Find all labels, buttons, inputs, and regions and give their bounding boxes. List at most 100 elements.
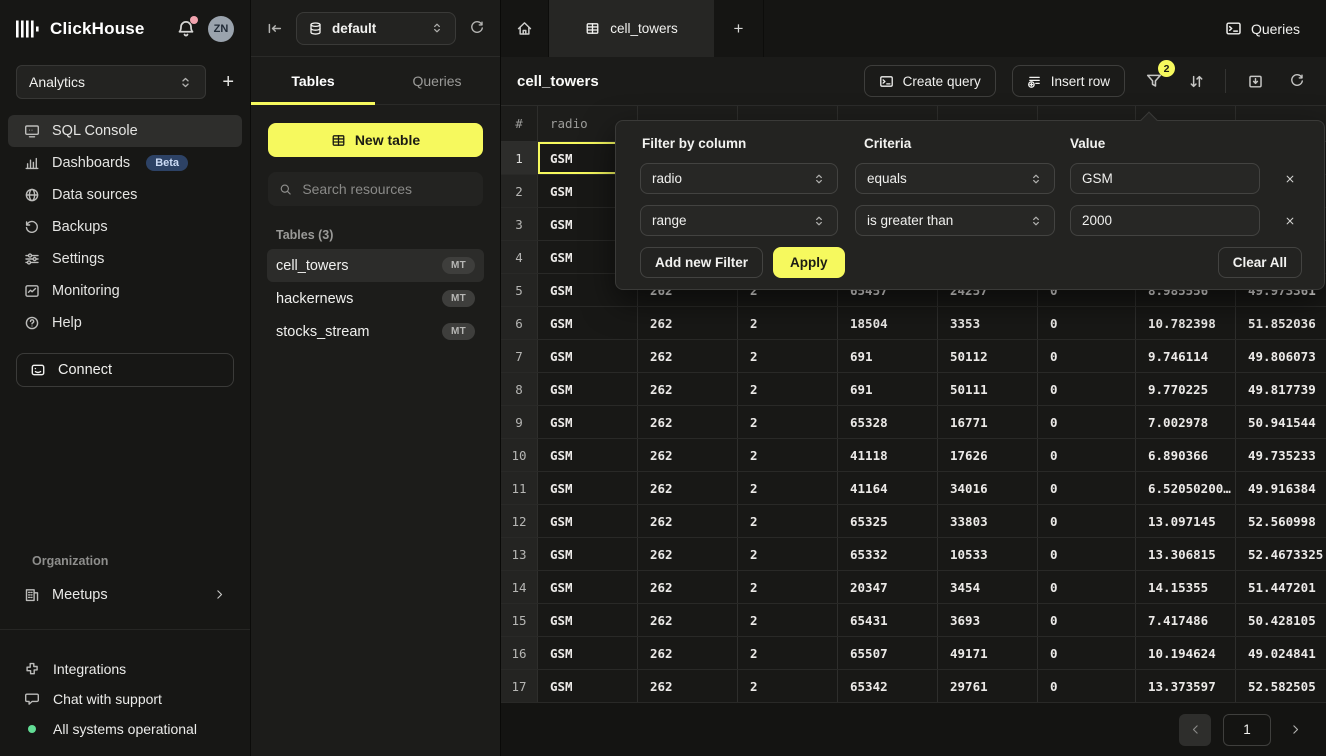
filter-column-select-1[interactable]: radio: [640, 163, 838, 194]
remove-filter-button-2[interactable]: [1278, 205, 1302, 236]
table-cell[interactable]: 52.582505: [1236, 670, 1326, 702]
apply-filters-button[interactable]: Apply: [773, 247, 845, 278]
table-cell[interactable]: 2: [738, 307, 838, 339]
table-cell[interactable]: 34016: [938, 472, 1038, 504]
collapse-panel-icon[interactable]: [266, 20, 283, 37]
table-cell[interactable]: 13.097145: [1136, 505, 1236, 537]
previous-page-button[interactable]: [1179, 714, 1211, 746]
table-cell[interactable]: 10.782398: [1136, 307, 1236, 339]
table-cell[interactable]: 7.417486: [1136, 604, 1236, 636]
table-cell[interactable]: GSM: [538, 406, 638, 438]
table-cell[interactable]: 16771: [938, 406, 1038, 438]
sidebar-item-meetups[interactable]: Meetups: [8, 578, 242, 611]
create-query-button[interactable]: Create query: [864, 65, 996, 97]
table-cell[interactable]: 49.735233: [1236, 439, 1326, 471]
table-cell[interactable]: 65328: [838, 406, 938, 438]
table-list-item-stocks-stream[interactable]: stocks_stream MT: [267, 315, 484, 348]
table-cell[interactable]: 49171: [938, 637, 1038, 669]
refresh-button[interactable]: [1284, 68, 1310, 94]
table-cell[interactable]: 13.373597: [1136, 670, 1236, 702]
sidebar-item-help[interactable]: Help: [8, 307, 242, 339]
table-cell[interactable]: 6.890366: [1136, 439, 1236, 471]
table-cell[interactable]: 41118: [838, 439, 938, 471]
table-list-item-hackernews[interactable]: hackernews MT: [267, 282, 484, 315]
sidebar-item-monitoring[interactable]: Monitoring: [8, 275, 242, 307]
table-cell[interactable]: 262: [638, 373, 738, 405]
export-button[interactable]: [1242, 68, 1268, 94]
table-cell[interactable]: 2: [738, 538, 838, 570]
table-cell[interactable]: 65507: [838, 637, 938, 669]
clear-all-filters-button[interactable]: Clear All: [1218, 247, 1302, 278]
tab-tables[interactable]: Tables: [251, 57, 375, 104]
table-cell[interactable]: 3454: [938, 571, 1038, 603]
table-cell[interactable]: 9.770225: [1136, 373, 1236, 405]
table-cell[interactable]: 41164: [838, 472, 938, 504]
table-cell[interactable]: GSM: [538, 670, 638, 702]
sidebar-item-sql-console[interactable]: SQL Console: [8, 115, 242, 147]
table-cell[interactable]: 2: [738, 505, 838, 537]
table-cell[interactable]: GSM: [538, 340, 638, 372]
table-cell[interactable]: GSM: [538, 307, 638, 339]
chat-support-link[interactable]: Chat with support: [8, 684, 242, 714]
table-cell[interactable]: 2: [738, 439, 838, 471]
tab-queries[interactable]: Queries: [375, 57, 499, 104]
table-cell[interactable]: 49.916384: [1236, 472, 1326, 504]
table-cell[interactable]: 6.52050200…: [1136, 472, 1236, 504]
table-cell[interactable]: 29761: [938, 670, 1038, 702]
table-cell[interactable]: 0: [1038, 406, 1136, 438]
table-cell[interactable]: 3353: [938, 307, 1038, 339]
database-select[interactable]: default: [296, 12, 456, 45]
table-cell[interactable]: 50.428105: [1236, 604, 1326, 636]
table-cell[interactable]: 262: [638, 307, 738, 339]
table-cell[interactable]: 65342: [838, 670, 938, 702]
table-cell[interactable]: 50.941544: [1236, 406, 1326, 438]
table-cell[interactable]: 7.002978: [1136, 406, 1236, 438]
table-cell[interactable]: 262: [638, 505, 738, 537]
filter-column-select-2[interactable]: range: [640, 205, 838, 236]
table-cell[interactable]: 262: [638, 670, 738, 702]
remove-filter-button-1[interactable]: [1278, 163, 1302, 194]
search-input[interactable]: [300, 180, 472, 198]
table-cell[interactable]: GSM: [538, 571, 638, 603]
table-cell[interactable]: 2: [738, 406, 838, 438]
table-cell[interactable]: 262: [638, 604, 738, 636]
filter-value-input-2[interactable]: [1070, 205, 1260, 236]
table-cell[interactable]: GSM: [538, 439, 638, 471]
table-cell[interactable]: 0: [1038, 571, 1136, 603]
table-cell[interactable]: 0: [1038, 307, 1136, 339]
table-cell[interactable]: 2: [738, 637, 838, 669]
table-cell[interactable]: 52.560998: [1236, 505, 1326, 537]
table-cell[interactable]: 49.817739: [1236, 373, 1326, 405]
table-cell[interactable]: GSM: [538, 505, 638, 537]
table-cell[interactable]: 18504: [838, 307, 938, 339]
insert-row-button[interactable]: Insert row: [1012, 65, 1125, 97]
table-cell[interactable]: 13.306815: [1136, 538, 1236, 570]
table-cell[interactable]: 50111: [938, 373, 1038, 405]
table-cell[interactable]: 14.15355: [1136, 571, 1236, 603]
table-cell[interactable]: 20347: [838, 571, 938, 603]
sidebar-item-dashboards[interactable]: Dashboards Beta: [8, 147, 242, 179]
table-cell[interactable]: 2: [738, 472, 838, 504]
table-cell[interactable]: 3693: [938, 604, 1038, 636]
table-cell[interactable]: 0: [1038, 538, 1136, 570]
table-cell[interactable]: 0: [1038, 472, 1136, 504]
table-cell[interactable]: 65325: [838, 505, 938, 537]
table-cell[interactable]: 9.746114: [1136, 340, 1236, 372]
workspace-select[interactable]: Analytics: [16, 65, 206, 99]
table-cell[interactable]: 0: [1038, 439, 1136, 471]
table-cell[interactable]: 262: [638, 472, 738, 504]
table-cell[interactable]: 50112: [938, 340, 1038, 372]
next-page-button[interactable]: [1283, 714, 1307, 746]
sidebar-item-settings[interactable]: Settings: [8, 243, 242, 275]
table-cell[interactable]: 691: [838, 340, 938, 372]
new-table-button[interactable]: New table: [268, 123, 483, 157]
connect-button[interactable]: Connect: [16, 353, 234, 387]
refresh-icon[interactable]: [469, 20, 485, 36]
filter-criteria-select-1[interactable]: equals: [855, 163, 1055, 194]
queries-menu-button[interactable]: Queries: [1225, 0, 1300, 57]
table-cell[interactable]: GSM: [538, 373, 638, 405]
table-cell[interactable]: 262: [638, 439, 738, 471]
current-page-indicator[interactable]: 1: [1223, 714, 1271, 746]
add-workspace-button[interactable]: +: [222, 72, 234, 92]
notifications-button[interactable]: [176, 19, 196, 39]
